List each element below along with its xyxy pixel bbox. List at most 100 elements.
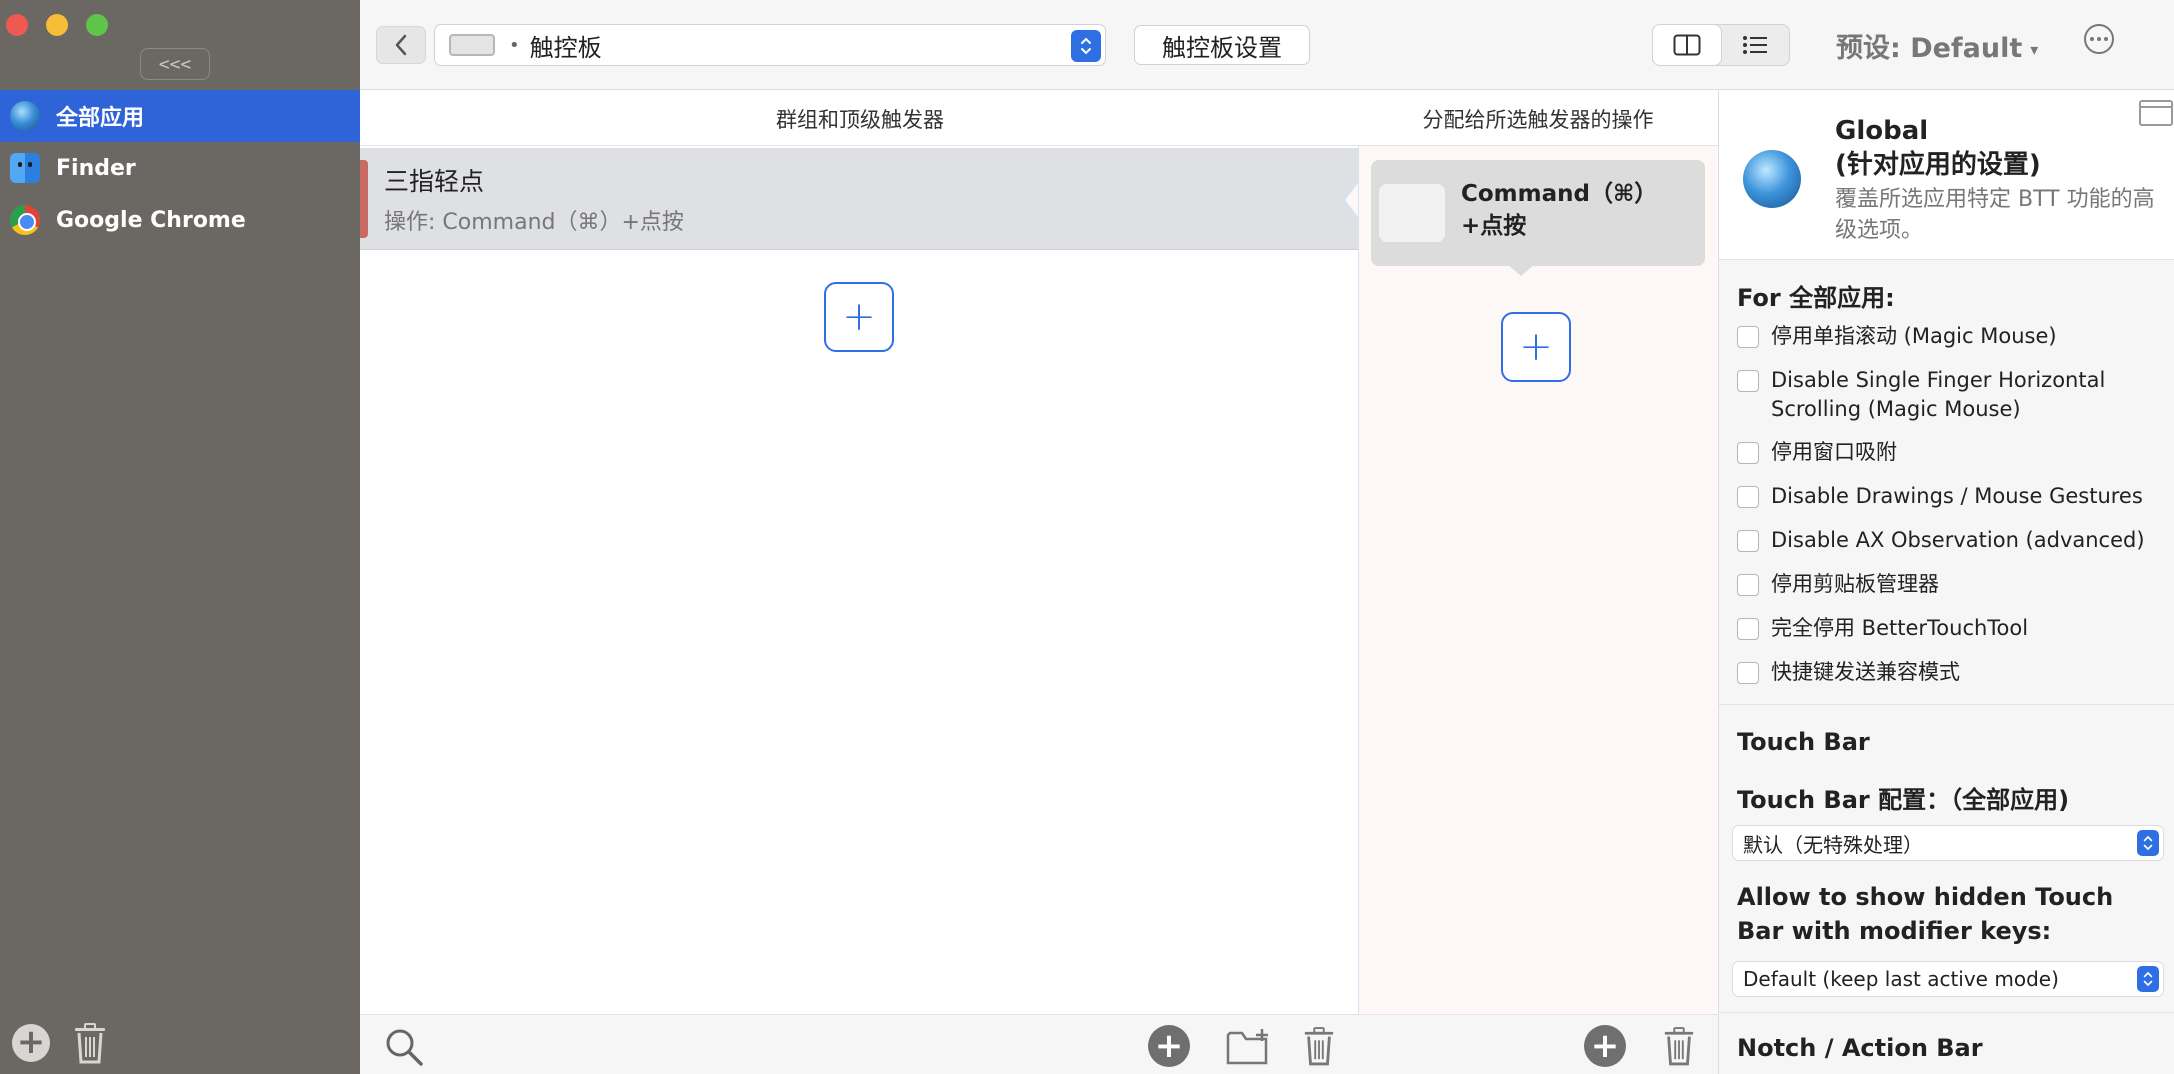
hidden-touchbar-label: Allow to show hidden Touch Bar with modi… bbox=[1737, 883, 2114, 945]
checkbox-label: 停用剪贴板管理器 bbox=[1771, 572, 1939, 596]
checkbox[interactable] bbox=[1737, 326, 1759, 348]
back-button[interactable] bbox=[376, 26, 426, 64]
action-label: Command（⌘） +点按 bbox=[1461, 178, 1657, 242]
touchbar-config-label: Touch Bar 配置：（全部应用) bbox=[1737, 786, 2070, 814]
ellipsis-icon bbox=[2090, 37, 2094, 41]
new-folder-icon[interactable] bbox=[1226, 1027, 1272, 1065]
panel-header: Global (针对应用的设置) 覆盖所选应用特定 BTT 功能的高级选项。 bbox=[1719, 90, 2174, 260]
checkbox-row[interactable]: Disable Drawings / Mouse Gestures bbox=[1737, 482, 2167, 511]
globe-icon bbox=[10, 101, 40, 131]
hidden-touchbar-select[interactable]: Default (keep last active mode) bbox=[1733, 962, 2163, 996]
delete-app-trash-icon[interactable] bbox=[72, 1022, 108, 1064]
app-sidebar: <<< 全部应用 Finder Google Chrome + bbox=[0, 0, 360, 1074]
device-type-select[interactable]: • 触控板 bbox=[434, 24, 1106, 66]
checkbox-row[interactable]: 完全停用 BetterTouchTool bbox=[1737, 614, 2167, 643]
checkbox-label: Disable AX Observation (advanced) bbox=[1771, 528, 2145, 552]
actions-column: Command（⌘） +点按 + bbox=[1359, 146, 1717, 1014]
plus-icon: + bbox=[842, 294, 876, 340]
checkbox-row[interactable]: Disable Single Finger Horizontal Scrolli… bbox=[1737, 366, 2167, 424]
touchbar-config-select[interactable]: 默认（无特殊处理） bbox=[1733, 826, 2163, 860]
preset-selector[interactable]: 预设: Default ▾ bbox=[1836, 26, 2038, 65]
delete-action-trash-icon[interactable] bbox=[1662, 1025, 1696, 1067]
actions-column-header: 分配给所选触发器的操作 bbox=[1422, 108, 1654, 132]
checkbox[interactable] bbox=[1737, 370, 1759, 392]
app-item-finder[interactable]: Finder bbox=[0, 142, 360, 194]
columns-icon bbox=[1673, 34, 1701, 56]
panel-title: Global (针对应用的设置) bbox=[1835, 114, 2041, 182]
finder-icon bbox=[10, 153, 40, 183]
touchbar-config-value: 默认（无特殊处理） bbox=[1743, 832, 1923, 857]
action-label-line2: +点按 bbox=[1461, 213, 1527, 239]
select-stepper-icon bbox=[2137, 830, 2159, 856]
checkbox[interactable] bbox=[1737, 662, 1759, 684]
action-card[interactable]: Command（⌘） +点按 bbox=[1371, 160, 1705, 266]
collapse-sidebar-button[interactable]: <<< bbox=[140, 48, 210, 80]
checkbox[interactable] bbox=[1737, 486, 1759, 508]
trackpad-icon bbox=[449, 34, 495, 56]
plus-icon: + bbox=[1154, 1026, 1184, 1066]
for-all-apps-heading: For 全部应用: bbox=[1737, 284, 1895, 312]
more-options-button[interactable] bbox=[2084, 24, 2114, 54]
checkbox[interactable] bbox=[1737, 618, 1759, 640]
action-label-line1: Command（⌘） bbox=[1461, 181, 1658, 207]
app-list: 全部应用 Finder Google Chrome bbox=[0, 90, 360, 246]
app-item-label: 全部应用 bbox=[56, 106, 145, 131]
checkbox-row[interactable]: 停用剪贴板管理器 bbox=[1737, 570, 2167, 599]
add-trigger-bottom-button[interactable]: + bbox=[1148, 1025, 1190, 1067]
ellipsis-dot bbox=[2104, 37, 2108, 41]
trigger-action-summary: 操作: Command（⌘）+点按 bbox=[384, 210, 684, 235]
search-icon[interactable] bbox=[384, 1027, 424, 1067]
zoom-window-button[interactable] bbox=[86, 14, 108, 36]
panel-title-line2: (针对应用的设置) bbox=[1835, 150, 2041, 180]
checkbox-row[interactable]: Disable AX Observation (advanced) bbox=[1737, 526, 2167, 555]
checkbox-label: 快捷键发送兼容模式 bbox=[1771, 660, 1960, 684]
panel-description: 覆盖所选应用特定 BTT 功能的高级选项。 bbox=[1835, 187, 2155, 243]
add-action-bottom-button[interactable]: + bbox=[1584, 1025, 1626, 1067]
hidden-touchbar-value: Default (keep last active mode) bbox=[1743, 967, 2059, 991]
window-icon[interactable] bbox=[2139, 100, 2173, 126]
view-mode-segmented-control bbox=[1652, 24, 1790, 66]
checkbox-row[interactable]: 停用单指滚动 (Magic Mouse) bbox=[1737, 322, 2167, 351]
checkbox[interactable] bbox=[1737, 574, 1759, 596]
add-app-button[interactable]: + bbox=[12, 1024, 50, 1062]
device-type-label: 触控板 bbox=[529, 33, 602, 62]
checkbox-label: Disable Drawings / Mouse Gestures bbox=[1771, 484, 2143, 508]
list-view-button[interactable] bbox=[1721, 25, 1789, 65]
checkbox-row[interactable]: 快捷键发送兼容模式 bbox=[1737, 658, 2167, 687]
app-item-label: Finder bbox=[56, 155, 136, 181]
trigger-row[interactable]: 三指轻点 操作: Command（⌘）+点按 bbox=[360, 148, 1358, 250]
checkbox-label: 停用窗口吸附 bbox=[1771, 440, 1897, 464]
bottom-toolbar: + + bbox=[360, 1014, 1718, 1074]
checkbox-row[interactable]: 停用窗口吸附 bbox=[1737, 438, 2167, 467]
close-window-button[interactable] bbox=[6, 14, 28, 36]
trigger-color-marker bbox=[360, 160, 368, 238]
add-action-button[interactable]: + bbox=[1501, 312, 1571, 382]
preset-label: 预设: Default bbox=[1836, 33, 2023, 64]
trackpad-settings-button[interactable]: 触控板设置 bbox=[1134, 25, 1310, 65]
touchbar-heading: Touch Bar bbox=[1737, 728, 1870, 756]
trigger-title: 三指轻点 bbox=[384, 167, 485, 196]
column-view-button[interactable] bbox=[1653, 25, 1721, 65]
action-icon bbox=[1379, 184, 1445, 242]
action-card-notch bbox=[1507, 264, 1535, 276]
checkbox[interactable] bbox=[1737, 442, 1759, 464]
chevron-left-icon bbox=[395, 34, 407, 56]
ellipsis-dot bbox=[2097, 37, 2101, 41]
caret-down-icon: ▾ bbox=[2030, 40, 2039, 59]
delete-trigger-trash-icon[interactable] bbox=[1302, 1025, 1336, 1067]
globe-icon bbox=[1743, 150, 1801, 208]
app-item-all-apps[interactable]: 全部应用 bbox=[0, 90, 360, 142]
plus-icon: + bbox=[1519, 324, 1553, 370]
section-divider bbox=[1719, 704, 2174, 705]
app-item-google-chrome[interactable]: Google Chrome bbox=[0, 194, 360, 246]
checkbox[interactable] bbox=[1737, 530, 1759, 552]
checkbox-label: 停用单指滚动 (Magic Mouse) bbox=[1771, 324, 2057, 348]
app-item-label: Google Chrome bbox=[56, 207, 246, 233]
list-icon bbox=[1743, 36, 1767, 54]
triggers-column-header: 群组和顶级触发器 bbox=[776, 108, 944, 132]
top-toolbar: • 触控板 触控板设置 预设: Default ▾ bbox=[360, 0, 2174, 90]
notch-action-bar-heading: Notch / Action Bar bbox=[1737, 1034, 1983, 1062]
section-divider bbox=[1719, 1012, 2174, 1013]
add-trigger-button[interactable]: + bbox=[824, 282, 894, 352]
minimize-window-button[interactable] bbox=[46, 14, 68, 36]
